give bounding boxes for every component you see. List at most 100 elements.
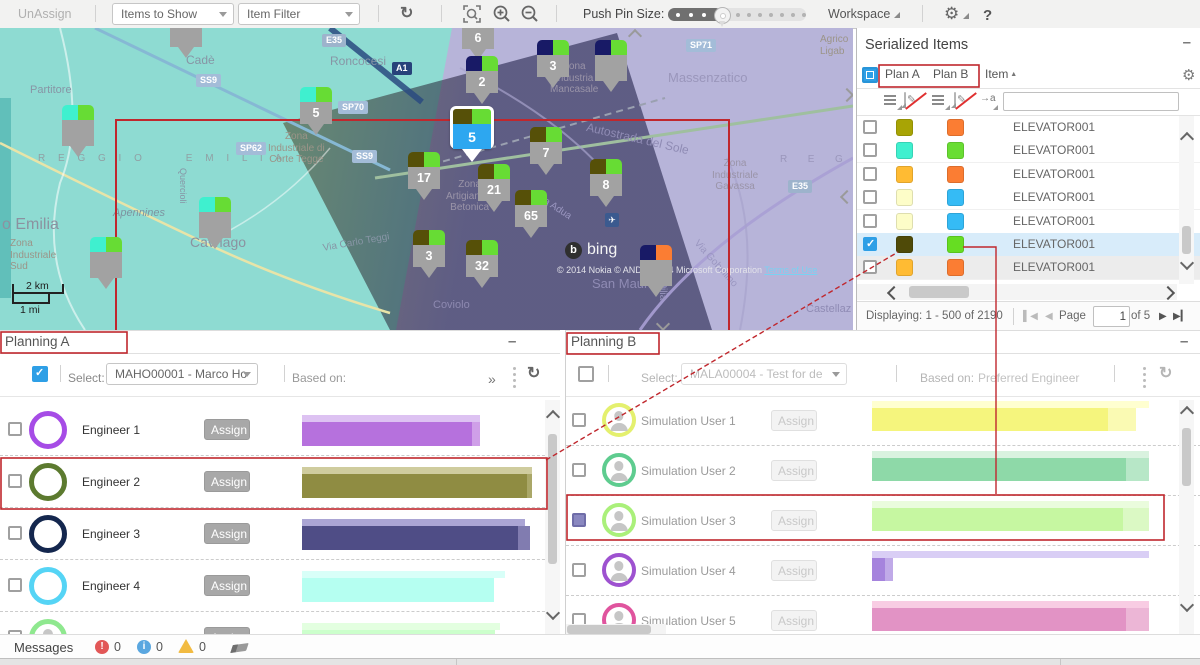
planning-row[interactable]: Simulation User 3Assign xyxy=(566,497,1200,546)
scrollbar-thumb[interactable] xyxy=(567,625,651,634)
row-checkbox[interactable] xyxy=(863,237,877,251)
row-checkbox[interactable] xyxy=(572,413,586,427)
scrollbar-thumb[interactable] xyxy=(548,434,557,564)
plan-a-column[interactable]: Plan A xyxy=(885,67,920,81)
assign-button[interactable]: Assign xyxy=(204,471,250,492)
assign-button[interactable]: Assign xyxy=(204,523,250,544)
serialized-item-row[interactable]: ELEVATOR001 xyxy=(857,256,1200,280)
row-checkbox[interactable] xyxy=(8,422,22,436)
scrollbar-thumb[interactable] xyxy=(1182,428,1191,486)
map-pushpin-selected[interactable]: 5 xyxy=(450,106,494,162)
map-pushpin[interactable] xyxy=(199,197,231,249)
row-checkbox[interactable] xyxy=(863,260,877,274)
plan-enable-checkbox[interactable] xyxy=(578,366,594,382)
vertical-scrollbar[interactable] xyxy=(545,400,560,635)
next-page-button[interactable]: ▶ xyxy=(1159,311,1167,322)
map-pushpin[interactable]: 3 xyxy=(413,230,445,278)
vertical-scrollbar[interactable] xyxy=(1179,116,1194,284)
filter-menu-icon[interactable] xyxy=(932,93,949,109)
zoom-selection-icon[interactable] xyxy=(462,4,480,22)
planning-row[interactable]: Simulation User 1Assign xyxy=(566,397,1200,446)
map-pushpin[interactable]: 5 xyxy=(300,87,332,135)
assign-button[interactable]: Assign xyxy=(771,410,817,431)
slider-handle[interactable] xyxy=(714,7,731,24)
plan-select-dropdown[interactable]: MAHO00001 - Marco Ho xyxy=(106,363,258,385)
expand-toolbar-button[interactable]: » xyxy=(488,371,496,387)
assign-button[interactable]: Assign xyxy=(771,610,817,631)
drag-handle[interactable] xyxy=(1143,364,1146,391)
item-column-sort[interactable]: Item ▲ xyxy=(985,67,1017,81)
serialized-item-row[interactable]: ELEVATOR001 xyxy=(857,116,1200,140)
gear-icon[interactable]: ⚙ xyxy=(944,4,969,24)
first-page-button[interactable]: ▌◀ xyxy=(1023,311,1038,322)
map-pushpin[interactable]: 17 xyxy=(408,152,440,200)
assign-button[interactable]: Assign xyxy=(204,575,250,596)
select-all-checkbox[interactable] xyxy=(862,67,878,83)
map-pushpin[interactable]: 21 xyxy=(478,164,510,212)
row-checkbox[interactable] xyxy=(572,463,586,477)
assign-button[interactable]: Assign xyxy=(204,419,250,440)
scroll-down-icon[interactable] xyxy=(546,606,560,620)
pushpin-size-slider[interactable] xyxy=(668,8,806,21)
map-pushpin[interactable]: 3 xyxy=(537,40,569,88)
row-checkbox[interactable] xyxy=(863,214,877,228)
scroll-up-icon[interactable] xyxy=(546,410,560,424)
serialized-item-row[interactable]: ELEVATOR001 xyxy=(857,163,1200,187)
planning-row[interactable]: Engineer 2Assign xyxy=(0,457,560,508)
scroll-up-icon[interactable] xyxy=(1180,406,1194,420)
page-number-input[interactable] xyxy=(1093,306,1130,327)
serialized-item-row[interactable]: ELEVATOR001 xyxy=(857,139,1200,163)
scroll-left-icon[interactable] xyxy=(887,286,901,300)
drag-handle[interactable] xyxy=(513,364,516,391)
map-pushpin[interactable] xyxy=(62,105,94,157)
scroll-down-icon[interactable] xyxy=(1180,256,1194,270)
minimize-button[interactable]: – xyxy=(1183,34,1191,51)
assign-button[interactable]: Assign xyxy=(771,510,817,531)
zoom-out-icon[interactable] xyxy=(520,4,538,22)
planning-row[interactable]: Assign xyxy=(0,613,560,635)
map-pushpin[interactable] xyxy=(170,28,202,58)
refresh-icon[interactable]: ↻ xyxy=(527,363,540,383)
plan-select-dropdown[interactable]: MALA00004 - Test for de xyxy=(681,363,847,385)
map-pushpin[interactable]: 7 xyxy=(530,127,562,175)
terms-of-use-link[interactable]: Terms of Use xyxy=(764,265,817,275)
row-checkbox[interactable] xyxy=(8,526,22,540)
scroll-up-icon[interactable] xyxy=(1180,132,1194,146)
scroll-down-icon[interactable] xyxy=(1180,598,1194,612)
planning-row[interactable]: Engineer 3Assign xyxy=(0,509,560,560)
map-pushpin[interactable] xyxy=(640,245,672,297)
scroll-right-icon[interactable] xyxy=(1161,286,1175,300)
map-pushpin[interactable]: 8 xyxy=(590,159,622,207)
map-pushpin[interactable] xyxy=(90,237,122,289)
map-pushpin[interactable]: 32 xyxy=(466,240,498,288)
starts-with-icon[interactable]: →a xyxy=(980,93,997,109)
last-page-button[interactable]: ▶▎ xyxy=(1173,311,1188,322)
refresh-icon[interactable]: ↻ xyxy=(1159,363,1172,383)
planning-row[interactable]: Simulation User 2Assign xyxy=(566,447,1200,496)
clear-messages-icon[interactable] xyxy=(230,643,248,653)
unassign-button[interactable]: UnAssign xyxy=(18,7,72,21)
minimize-button[interactable]: – xyxy=(1180,333,1188,350)
map-pushpin[interactable]: 2 xyxy=(466,56,498,104)
serialized-item-row[interactable]: ELEVATOR001 xyxy=(857,186,1200,210)
filter-menu-icon[interactable] xyxy=(884,93,901,109)
serialized-item-row[interactable]: ELEVATOR001 xyxy=(857,233,1200,257)
planning-row[interactable]: Engineer 4Assign xyxy=(0,561,560,612)
items-to-show-dropdown[interactable]: Items to Show xyxy=(112,3,234,25)
horizontal-scrollbar[interactable] xyxy=(857,284,1177,300)
plan-b-column[interactable]: Plan B xyxy=(933,67,968,81)
row-checkbox[interactable] xyxy=(863,143,877,157)
scrollbar-thumb[interactable] xyxy=(1182,226,1191,254)
item-filter-dropdown[interactable]: Item Filter xyxy=(238,3,360,25)
row-checkbox[interactable] xyxy=(8,474,22,488)
map-pushpin[interactable] xyxy=(595,40,627,92)
row-checkbox[interactable] xyxy=(572,563,586,577)
prev-page-button[interactable]: ◀ xyxy=(1045,311,1053,322)
row-checkbox[interactable] xyxy=(863,120,877,134)
row-checkbox[interactable] xyxy=(863,190,877,204)
serialized-item-row[interactable]: ELEVATOR001 xyxy=(857,210,1200,234)
workspace-menu[interactable]: Workspace xyxy=(828,7,900,21)
row-checkbox[interactable] xyxy=(572,513,586,527)
vertical-scrollbar[interactable] xyxy=(1179,400,1194,635)
planning-row[interactable]: Simulation User 4Assign xyxy=(566,547,1200,596)
